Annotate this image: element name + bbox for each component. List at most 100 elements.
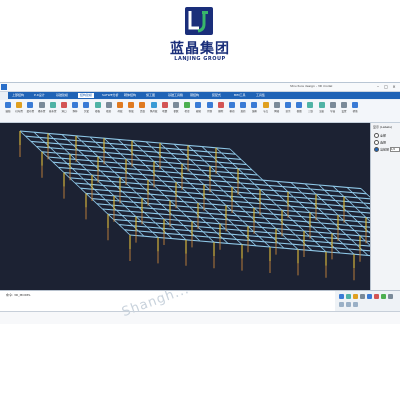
- beam: [149, 217, 165, 220]
- tool-button-23[interactable]: 节点: [262, 102, 270, 120]
- menu-item-10[interactable]: BIM工具: [234, 93, 246, 98]
- beam: [320, 222, 336, 225]
- tool-button-19[interactable]: 删除: [217, 102, 225, 120]
- beam: [97, 156, 113, 159]
- menu-item-5[interactable]: 砌体结构: [124, 93, 136, 98]
- beam: [339, 252, 355, 255]
- tool-button-20[interactable]: 移动: [228, 102, 236, 120]
- minimize-button[interactable]: –: [375, 84, 381, 89]
- tool-button-24[interactable]: 网格: [273, 102, 281, 120]
- radio-all-icon[interactable]: [374, 133, 379, 138]
- structure-model[interactable]: [0, 123, 370, 290]
- beam: [139, 159, 155, 162]
- beam: [201, 146, 217, 149]
- beam: [189, 206, 204, 209]
- zoom-icon[interactable]: [339, 294, 344, 299]
- beam: [203, 207, 218, 210]
- tool-button-8[interactable]: 楼板: [94, 102, 102, 120]
- snap-icon[interactable]: [346, 302, 351, 307]
- tool-button-2[interactable]: 梁布置: [26, 102, 34, 120]
- option-all[interactable]: 全部: [374, 133, 400, 138]
- radio-selected-icon[interactable]: [374, 140, 379, 145]
- tool-button-14[interactable]: 地震: [161, 102, 169, 120]
- beam: [304, 183, 320, 186]
- tool-button-21[interactable]: 旋转: [239, 102, 247, 120]
- pan-icon[interactable]: [346, 294, 351, 299]
- tool-label: 斜杆: [72, 110, 78, 113]
- grid-icon: [5, 102, 11, 108]
- tool-button-4[interactable]: 板布置: [49, 102, 57, 120]
- tool-button-0[interactable]: 轴线: [4, 102, 12, 120]
- beam: [286, 238, 302, 241]
- layer-icon[interactable]: [339, 302, 344, 307]
- tool-button-17[interactable]: 编辑: [194, 102, 202, 120]
- beam: [74, 182, 90, 185]
- tool-button-12[interactable]: 活载: [138, 102, 146, 120]
- tool-label: 节点: [263, 110, 269, 113]
- menu-item-0[interactable]: 上部结构: [12, 93, 24, 98]
- tool-button-9[interactable]: 楼层: [105, 102, 113, 120]
- tool-button-5[interactable]: 洞口: [60, 102, 68, 120]
- ortho-icon[interactable]: [353, 302, 358, 307]
- settings-icon[interactable]: [388, 294, 393, 299]
- tool-button-3[interactable]: 墙布置: [38, 102, 46, 120]
- beam: [189, 182, 205, 186]
- tool-button-31[interactable]: 帮助: [351, 102, 359, 120]
- tool-button-13[interactable]: 风荷载: [150, 102, 158, 120]
- menu-item-2[interactable]: 基础建模: [56, 93, 68, 98]
- beam: [318, 184, 334, 187]
- rotate-icon: [240, 102, 247, 108]
- tool-button-1[interactable]: 柱布置: [15, 102, 23, 120]
- fit-icon[interactable]: [360, 294, 365, 299]
- beam: [163, 218, 179, 221]
- beam: [318, 208, 333, 211]
- orbit-icon[interactable]: [353, 294, 358, 299]
- menu-item-3[interactable]: 结构建模: [78, 93, 95, 98]
- option-selected[interactable]: 选择: [374, 140, 400, 145]
- option-current-storey[interactable]: 当前层 1/4: [374, 147, 400, 152]
- beam: [103, 137, 119, 140]
- quick-tools: [335, 290, 400, 311]
- tool-button-22[interactable]: 镜像: [250, 102, 258, 120]
- menu-item-9[interactable]: 装配式: [212, 93, 221, 98]
- beam: [119, 200, 134, 203]
- tool-button-7[interactable]: 次梁: [82, 102, 90, 120]
- beam: [180, 210, 196, 213]
- top-view-icon[interactable]: [367, 294, 372, 299]
- tool-button-30[interactable]: 设置: [340, 102, 348, 120]
- menu-item-1[interactable]: P-K设计: [34, 93, 45, 98]
- beam: [268, 184, 283, 188]
- beam: [272, 237, 288, 240]
- tool-button-29[interactable]: 导出: [329, 102, 337, 120]
- tool-button-11[interactable]: 恒载: [127, 102, 135, 120]
- tool-label: 镜像: [251, 110, 257, 113]
- beam: [312, 202, 328, 206]
- menu-item-11[interactable]: 工具集: [256, 93, 265, 98]
- close-button[interactable]: ×: [391, 84, 397, 89]
- radio-current-icon[interactable]: [374, 147, 379, 152]
- 3d-viewport[interactable]: [0, 123, 370, 290]
- front-view-icon[interactable]: [374, 294, 379, 299]
- beam: [183, 224, 198, 228]
- tool-button-16[interactable]: 检查: [183, 102, 191, 120]
- storey-input[interactable]: 1/4: [389, 147, 400, 152]
- beam: [155, 222, 170, 225]
- tool-button-6[interactable]: 斜杆: [71, 102, 79, 120]
- tool-button-27[interactable]: 三维: [306, 102, 314, 120]
- menu-item-8[interactable]: 钢结构: [190, 93, 199, 98]
- tool-button-25[interactable]: 显示: [284, 102, 292, 120]
- beam: [338, 190, 353, 194]
- maximize-button[interactable]: □: [383, 84, 389, 89]
- tool-button-28[interactable]: 渲染: [318, 102, 326, 120]
- tool-button-18[interactable]: 复制: [206, 102, 214, 120]
- beam: [211, 203, 227, 206]
- iso-view-icon[interactable]: [381, 294, 386, 299]
- menu-item-6[interactable]: 施工图: [146, 93, 155, 98]
- tool-button-15[interactable]: 参数: [172, 102, 180, 120]
- tool-button-26[interactable]: 视图: [295, 102, 303, 120]
- beam: [111, 157, 127, 160]
- tool-button-10[interactable]: 荷载: [116, 102, 124, 120]
- beam: [218, 161, 233, 164]
- menu-item-4[interactable]: SATWE分析: [102, 93, 118, 98]
- menu-item-7[interactable]: 基础工具箱: [168, 93, 183, 98]
